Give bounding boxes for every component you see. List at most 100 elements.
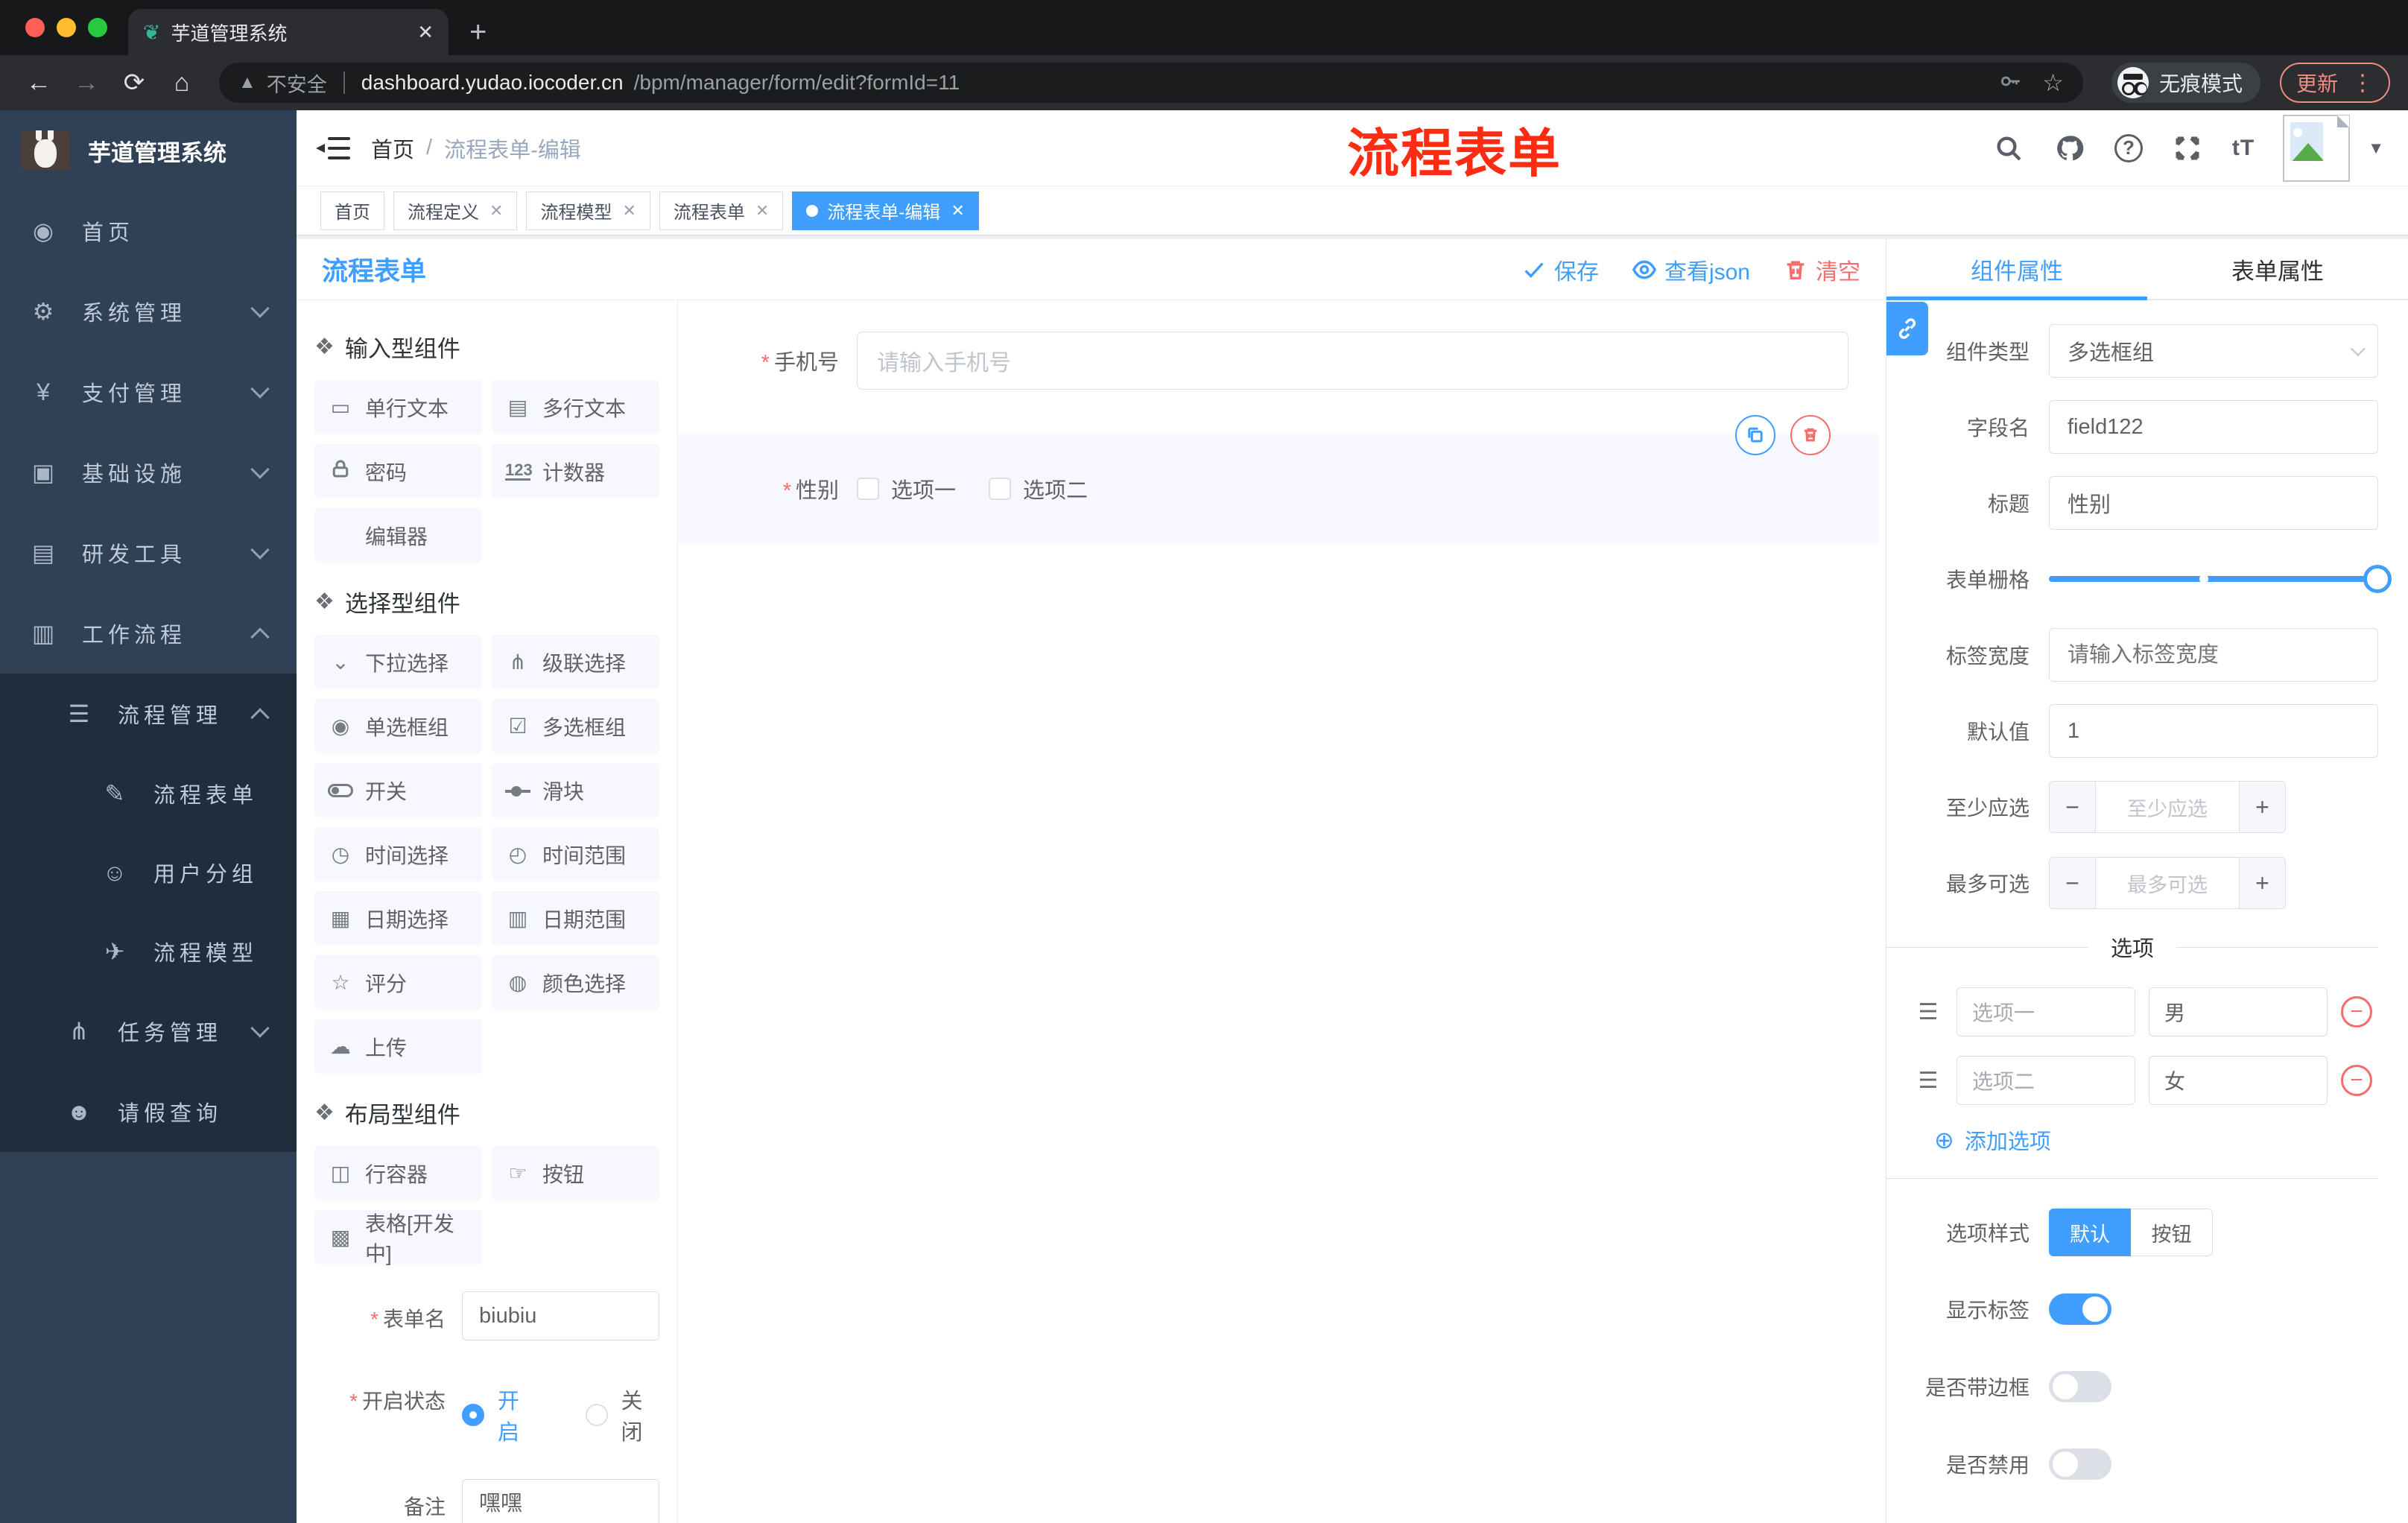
stepper-increase-icon[interactable]: +	[2239, 782, 2285, 832]
field-name-input[interactable]	[2049, 400, 2378, 454]
lib-item-select[interactable]: ⌄ 下拉选择	[314, 635, 482, 689]
option-label-input[interactable]: 选项二	[1956, 1056, 2135, 1105]
lib-item-time-picker[interactable]: ◷ 时间选择	[314, 827, 482, 881]
minimize-window-button[interactable]	[57, 18, 76, 37]
tab-close-icon[interactable]: ✕	[417, 21, 434, 44]
sidebar-item-leave-query[interactable]: ☻ 请假查询	[0, 1071, 297, 1152]
copy-component-icon[interactable]	[1735, 415, 1775, 455]
browser-tab[interactable]: ❦ 芋道管理系统 ✕	[128, 9, 449, 55]
disabled-toggle[interactable]	[2049, 1448, 2111, 1480]
clear-button[interactable]: 清空	[1783, 253, 1860, 286]
lib-item-multi-text[interactable]: ▤ 多行文本	[492, 380, 659, 434]
tag-close-icon[interactable]: ✕	[755, 201, 769, 221]
slider-track[interactable]	[2049, 565, 2392, 593]
lib-item-counter[interactable]: 123 计数器	[492, 444, 659, 498]
stepper-decrease-icon[interactable]: −	[2050, 858, 2096, 908]
sidebar-item-payment[interactable]: ¥ 支付管理	[0, 352, 297, 432]
border-toggle[interactable]	[2049, 1371, 2111, 1402]
sidebar-item-home[interactable]: ◉ 首页	[0, 191, 297, 271]
lib-item-time-range[interactable]: ◴ 时间范围	[492, 827, 659, 881]
url-bar[interactable]: ▲ 不安全 dashboard.yudao.iocoder.cn /bpm/ma…	[219, 63, 2083, 103]
back-icon[interactable]: ←	[18, 69, 60, 98]
new-tab-button[interactable]: +	[469, 9, 487, 55]
stepper-decrease-icon[interactable]: −	[2050, 782, 2096, 832]
forward-icon[interactable]: →	[66, 69, 107, 98]
label-width-input[interactable]	[2049, 628, 2378, 682]
sidebar-item-process-model[interactable]: ✈ 流程模型	[0, 912, 297, 991]
min-select-value[interactable]: 至少应选	[2096, 782, 2239, 832]
search-icon[interactable]	[1992, 132, 2025, 165]
help-icon[interactable]: ?	[2114, 133, 2143, 162]
home-icon[interactable]: ⌂	[161, 69, 203, 98]
tag-close-icon[interactable]: ✕	[951, 201, 964, 221]
lib-item-date-picker[interactable]: ▦ 日期选择	[314, 891, 482, 946]
checkbox-option1[interactable]: 选项一	[857, 473, 956, 504]
lib-item-single-text[interactable]: ▭ 单行文本	[314, 380, 482, 434]
tag-process-model[interactable]: 流程模型 ✕	[526, 191, 650, 230]
max-select-value[interactable]: 最多可选	[2096, 858, 2239, 908]
default-value-input[interactable]	[2049, 704, 2378, 758]
bookmark-star-icon[interactable]: ☆	[2042, 69, 2064, 97]
sidebar-item-devtools[interactable]: ▤ 研发工具	[0, 513, 297, 593]
form-grid-slider[interactable]	[2049, 552, 2392, 606]
lib-item-rate[interactable]: ☆ 评分	[314, 955, 482, 1010]
show-label-toggle[interactable]	[2049, 1294, 2111, 1325]
phone-input[interactable]: 请输入手机号	[857, 332, 1848, 390]
tag-process-form[interactable]: 流程表单 ✕	[659, 191, 784, 230]
browser-menu-icon[interactable]: ⋮	[2351, 70, 2374, 96]
tag-close-icon[interactable]: ✕	[489, 201, 503, 221]
lib-item-password[interactable]: 密码	[314, 444, 482, 498]
breadcrumb-home[interactable]: 首页	[371, 133, 414, 164]
form-remark-textarea[interactable]: 嘿嘿	[462, 1479, 659, 1523]
lib-item-cascader[interactable]: ⋔ 级联选择	[492, 635, 659, 689]
drag-handle-icon[interactable]: ☰	[1913, 999, 1943, 1025]
lib-item-date-range[interactable]: ▥ 日期范围	[492, 891, 659, 946]
checkbox-icon[interactable]	[857, 478, 879, 500]
tag-home[interactable]: 首页	[320, 191, 384, 230]
tag-close-icon[interactable]: ✕	[622, 201, 636, 221]
maximize-window-button[interactable]	[88, 18, 107, 37]
reload-icon[interactable]: ⟳	[113, 68, 155, 98]
close-window-button[interactable]	[25, 18, 45, 37]
field-phone[interactable]: * 手机号 请输入手机号	[678, 332, 1878, 390]
radio-on[interactable]	[462, 1404, 484, 1426]
radio-on-label[interactable]: 开启	[498, 1384, 536, 1446]
stepper-increase-icon[interactable]: +	[2239, 858, 2285, 908]
sidebar-item-system[interactable]: ⚙ 系统管理	[0, 271, 297, 352]
tab-component-props[interactable]: 组件属性	[1886, 239, 2147, 300]
option-value-input[interactable]: 男	[2149, 987, 2328, 1036]
tab-form-props[interactable]: 表单属性	[2147, 239, 2408, 299]
sidebar-item-workflow[interactable]: ▥ 工作流程	[0, 593, 297, 674]
remove-option-icon[interactable]: −	[2341, 996, 2372, 1028]
sidebar-item-process-manage[interactable]: ☰ 流程管理	[0, 674, 297, 754]
lib-item-radio-group[interactable]: ◉ 单选框组	[314, 699, 482, 753]
radio-off[interactable]	[585, 1404, 608, 1426]
github-icon[interactable]	[2053, 132, 2086, 165]
sidebar-item-user-group[interactable]: ☺ 用户分组	[0, 833, 297, 912]
checkbox-option2[interactable]: 选项二	[989, 473, 1088, 504]
slider-handle[interactable]	[2363, 565, 2392, 593]
tag-process-definition[interactable]: 流程定义 ✕	[393, 191, 518, 230]
font-size-icon[interactable]: tT	[2232, 136, 2255, 161]
sidebar-toggle-icon[interactable]	[316, 136, 350, 159]
lib-item-editor[interactable]: 编辑器	[314, 508, 482, 563]
title-input[interactable]	[2049, 476, 2378, 530]
lib-item-checkbox-group[interactable]: ☑ 多选框组	[492, 699, 659, 753]
view-json-button[interactable]: 查看json	[1632, 253, 1750, 286]
lib-item-switch[interactable]: 开关	[314, 763, 482, 817]
drag-handle-icon[interactable]: ☰	[1913, 1068, 1943, 1094]
lib-item-color-picker[interactable]: ◍ 颜色选择	[492, 955, 659, 1010]
lib-item-slider[interactable]: 滑块	[492, 763, 659, 817]
fullscreen-icon[interactable]	[2171, 132, 2204, 165]
add-option-button[interactable]: ⊕ 添加选项	[1934, 1124, 2378, 1156]
lib-item-row-container[interactable]: ◫ 行容器	[314, 1146, 482, 1200]
delete-component-icon[interactable]	[1790, 415, 1831, 455]
sidebar-item-infra[interactable]: ▣ 基础设施	[0, 432, 297, 513]
remove-option-icon[interactable]: −	[2341, 1065, 2372, 1096]
link-tag[interactable]	[1886, 302, 1928, 355]
radio-off-label[interactable]: 关闭	[621, 1384, 660, 1446]
lib-item-table[interactable]: ▩ 表格[开发中]	[314, 1210, 482, 1265]
tag-process-form-edit[interactable]: 流程表单-编辑 ✕	[792, 191, 979, 230]
sidebar-logo[interactable]: 芋道管理系统	[0, 110, 297, 191]
lib-item-button[interactable]: ☞ 按钮	[492, 1146, 659, 1200]
